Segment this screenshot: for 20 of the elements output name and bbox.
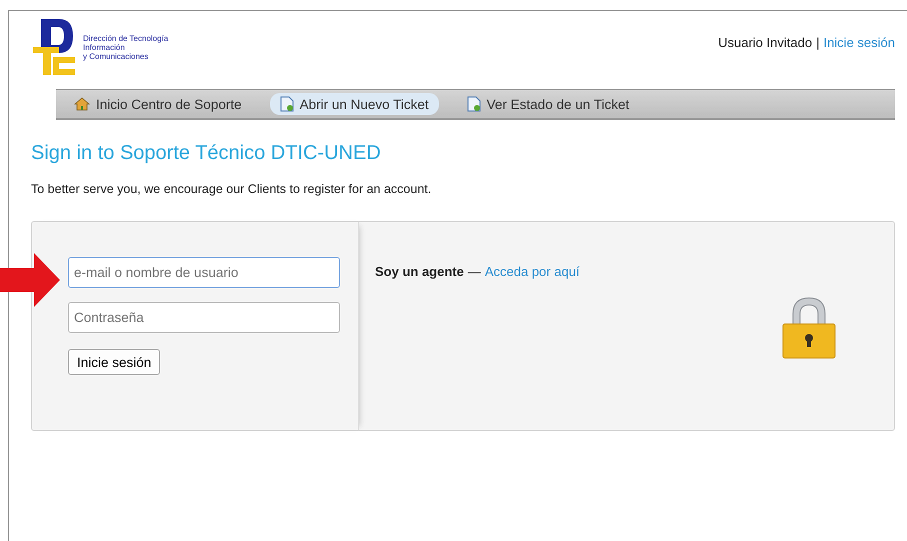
logo-text: Información — [83, 42, 126, 52]
nav-tab[interactable]: Ver Estado de un Ticket — [456, 93, 640, 115]
document-icon — [466, 96, 481, 112]
logo-text: y Comunicaciones — [83, 52, 150, 60]
intro-text: To better serve you, we encourage our Clients to register for an account. — [31, 182, 432, 196]
sign-in-link[interactable]: Inicie sesión — [823, 35, 895, 50]
dash: — — [468, 264, 481, 279]
separator: | — [816, 35, 820, 50]
input-field[interactable]: e-mail o nombre de usuario — [68, 257, 340, 288]
arrow-icon — [0, 253, 60, 307]
agent-label: Soy un agente — [375, 264, 464, 279]
logo-text: Dirección de Tecnología — [83, 34, 168, 42]
input-field[interactable]: Contraseña — [68, 302, 340, 333]
home-icon — [74, 97, 90, 111]
nav-tab[interactable]: Inicio Centro de Soporte — [64, 94, 252, 114]
sign-in-button[interactable]: Inicie sesión — [68, 349, 160, 375]
document-icon — [280, 96, 294, 112]
user-name: Usuario Invitado — [718, 35, 812, 50]
nav-tab[interactable]: Abrir un Nuevo Ticket — [270, 93, 439, 115]
page-title: Sign in to Soporte Técnico DTIC-UNED — [31, 142, 382, 165]
